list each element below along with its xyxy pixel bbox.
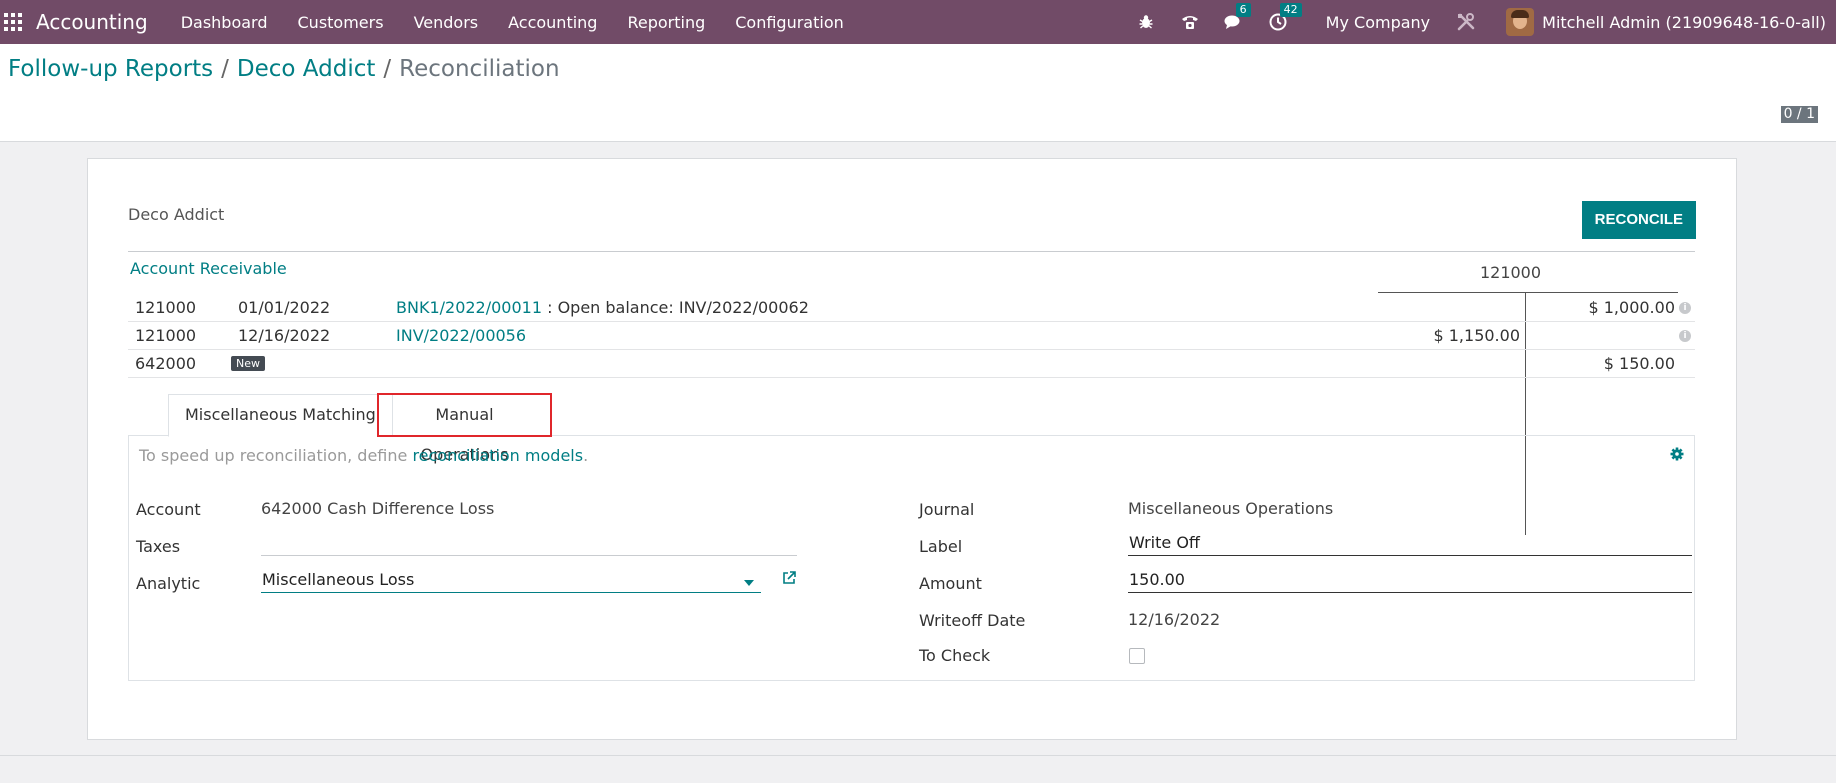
analytic-label: Analytic xyxy=(136,574,201,593)
line-reference-link[interactable]: INV/2022/00056 xyxy=(396,326,526,345)
to-check-label: To Check xyxy=(919,646,991,665)
taxes-input[interactable] xyxy=(261,530,797,556)
journal-label: Journal xyxy=(919,500,975,519)
bug-icon[interactable] xyxy=(1136,12,1156,32)
control-panel: Follow-up Reports / Deco Addict / Reconc… xyxy=(0,44,1836,142)
line-credit: $ 150.00 xyxy=(1603,354,1675,373)
line-account: 121000 xyxy=(135,326,197,345)
account-receivable-link[interactable]: Account Receivable xyxy=(130,259,287,278)
reconciliation-card: Deco Addict RECONCILE Account Receivable… xyxy=(87,158,1737,740)
move-line-row[interactable]: 121000 12/16/2022 INV/2022/00056 $ 1,150… xyxy=(128,322,1695,350)
writeoff-date-label: Writeoff Date xyxy=(919,611,1026,630)
breadcrumb-deco-addict[interactable]: Deco Addict xyxy=(237,56,375,82)
journal-field[interactable]: Miscellaneous Operations xyxy=(1128,499,1333,518)
amount-input[interactable] xyxy=(1128,567,1692,593)
manual-operations-panel: To speed up reconciliation, define recon… xyxy=(128,436,1695,681)
pager-value[interactable]: 0 / 1 xyxy=(1780,106,1818,123)
app-name[interactable]: Accounting xyxy=(36,10,148,34)
breadcrumb-followup-reports[interactable]: Follow-up Reports xyxy=(8,56,213,82)
divider xyxy=(1378,292,1678,293)
info-icon[interactable]: i xyxy=(1679,302,1691,314)
new-line-row[interactable]: 642000 New $ 150.00 xyxy=(128,350,1695,378)
reconciliation-models-link[interactable]: reconciliation models xyxy=(412,446,583,465)
account-column-header: 121000 xyxy=(1479,263,1542,282)
phone-icon[interactable] xyxy=(1180,12,1200,32)
line-debit: $ 1,150.00 xyxy=(1433,326,1520,345)
move-line-row[interactable]: 121000 01/01/2022 BNK1/2022/00011 : Open… xyxy=(128,294,1695,322)
top-navbar: Accounting Dashboard Customers Vendors A… xyxy=(0,0,1836,44)
breadcrumb-separator: / xyxy=(383,56,392,82)
menu-customers[interactable]: Customers xyxy=(283,13,399,32)
taxes-label: Taxes xyxy=(136,537,181,556)
gear-icon[interactable] xyxy=(1670,446,1684,465)
tab-manual-operations[interactable]: Manual Operations xyxy=(377,393,552,464)
breadcrumb-separator: / xyxy=(221,56,229,82)
info-icon[interactable]: i xyxy=(1679,330,1691,342)
line-date: 12/16/2022 xyxy=(238,326,331,345)
menu-vendors[interactable]: Vendors xyxy=(399,13,494,32)
tab-bar: Miscellaneous Matching Manual Operations xyxy=(128,393,1695,464)
tab-miscellaneous-matching[interactable]: Miscellaneous Matching xyxy=(168,394,393,437)
user-avatar[interactable] xyxy=(1506,8,1535,36)
menu-configuration[interactable]: Configuration xyxy=(720,13,859,32)
chat-badge: 6 xyxy=(1235,3,1251,17)
activity-badge: 42 xyxy=(1279,3,1302,17)
label-label: Label xyxy=(919,537,963,556)
divider xyxy=(0,755,1836,756)
line-account: 642000 xyxy=(135,354,197,373)
line-reference-link[interactable]: BNK1/2022/00011 xyxy=(396,298,542,317)
hint-text: To speed up reconciliation, define recon… xyxy=(139,446,589,465)
analytic-input[interactable] xyxy=(261,567,761,593)
breadcrumb: Follow-up Reports / Deco Addict / Reconc… xyxy=(8,56,560,82)
menu-accounting[interactable]: Accounting xyxy=(493,13,612,32)
account-field[interactable]: 642000 Cash Difference Loss xyxy=(261,499,494,518)
chevron-down-icon[interactable] xyxy=(744,580,754,586)
line-account: 121000 xyxy=(135,298,197,317)
chat-icon[interactable]: 6 xyxy=(1224,3,1251,32)
amount-label: Amount xyxy=(919,574,982,593)
line-date: 01/01/2022 xyxy=(238,298,331,317)
reconcile-button[interactable]: RECONCILE xyxy=(1581,201,1696,239)
divider xyxy=(128,251,1695,252)
external-link-icon[interactable] xyxy=(781,570,797,590)
writeoff-date-field[interactable]: 12/16/2022 xyxy=(1128,610,1220,629)
partner-name: Deco Addict xyxy=(128,205,225,224)
menu-reporting[interactable]: Reporting xyxy=(612,13,720,32)
account-label: Account xyxy=(136,500,201,519)
company-switcher[interactable]: My Company xyxy=(1326,13,1430,32)
user-menu[interactable]: Mitchell Admin (21909648-16-0-all) xyxy=(1542,13,1826,32)
to-check-checkbox[interactable] xyxy=(1129,648,1145,664)
line-label: : Open balance: INV/2022/00062 xyxy=(542,298,809,317)
breadcrumb-current: Reconciliation xyxy=(399,56,560,82)
navbar-systray: 6 42 My Company Mitchell Admin (21909648… xyxy=(1124,0,1836,44)
tools-icon[interactable] xyxy=(1456,12,1476,32)
new-badge: New xyxy=(231,356,265,371)
menu-dashboard[interactable]: Dashboard xyxy=(166,13,283,32)
label-input[interactable] xyxy=(1128,530,1692,556)
apps-grid-icon[interactable] xyxy=(4,13,22,31)
clock-icon[interactable]: 42 xyxy=(1268,3,1302,32)
line-credit: $ 1,000.00 xyxy=(1588,298,1675,317)
